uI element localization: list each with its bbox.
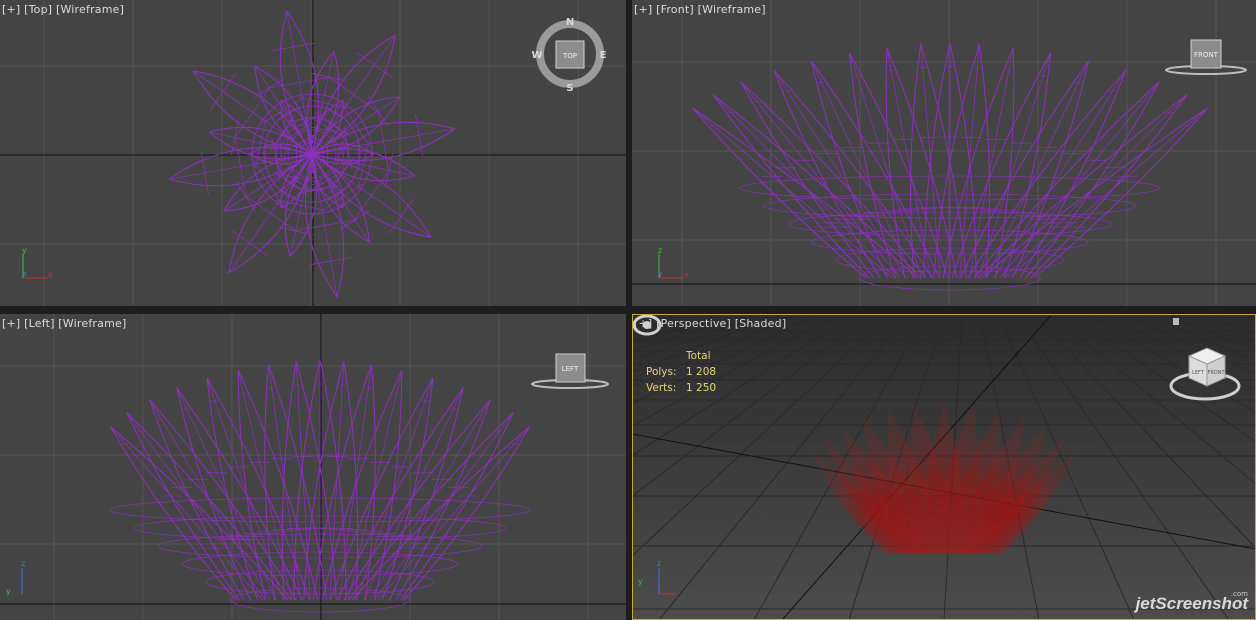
viewcube-top[interactable]: TOP N S E W xyxy=(531,17,606,94)
grid xyxy=(632,0,1256,306)
grid xyxy=(0,314,626,620)
top-canvas: TOP N S E W y x z xyxy=(0,0,626,306)
compass-n: N xyxy=(566,17,574,28)
verts-label: Verts: xyxy=(646,382,677,394)
axis-label-z: z xyxy=(657,559,661,568)
polys-value: 1 208 xyxy=(686,366,717,378)
viewport-front[interactable]: FRONT z x y [+] [Front] [Wireframe] xyxy=(632,0,1256,306)
viewcube-left[interactable]: LEFT xyxy=(531,353,609,389)
statistics-overlay: Total Polys: 1 208 Verts: 1 250 xyxy=(646,348,716,396)
compass-w: W xyxy=(531,50,542,61)
shading-menu[interactable]: [Wireframe] xyxy=(698,3,766,16)
viewport-top[interactable]: TOP N S E W y x z [+] [Top] [Wireframe] xyxy=(0,0,626,306)
axis-label-z: z xyxy=(21,559,25,568)
watermark-eye-icon xyxy=(632,314,662,336)
verts-value: 1 250 xyxy=(686,382,717,394)
view-mode-menu[interactable]: [Perspective] xyxy=(656,317,731,330)
wireframe-mesh-left xyxy=(109,359,531,613)
compass-s: S xyxy=(566,83,573,94)
axis-label-y: y xyxy=(658,270,662,278)
axis-label-x: x xyxy=(684,270,689,279)
axis-label-y: y xyxy=(22,246,27,255)
axis-label-y: y xyxy=(6,587,11,596)
viewcube-face-label: LEFT xyxy=(562,365,579,373)
stats-header: Total xyxy=(686,350,711,362)
viewport-label: [+] [Front] [Wireframe] xyxy=(634,3,766,16)
viewport-perspective[interactable]: LEFT FRONT z y [+] [Perspective] [Shaded… xyxy=(632,314,1256,620)
viewcube-face-label: FRONT xyxy=(1207,370,1225,376)
viewport-label: [+] [Top] [Wireframe] xyxy=(2,3,124,16)
front-canvas: FRONT z x y xyxy=(632,0,1256,306)
axis-tripod: y x z xyxy=(22,246,53,279)
viewcube-face-label: LEFT xyxy=(1192,370,1205,376)
axis-tripod: z x y xyxy=(658,246,689,279)
viewport-label: [+] [Left] [Wireframe] xyxy=(2,317,126,330)
home-icon[interactable] xyxy=(1173,318,1179,325)
view-mode-menu[interactable]: [Left] xyxy=(24,317,54,330)
watermark: jetScreenshot xyxy=(1135,594,1248,613)
viewcube-face-label: TOP xyxy=(562,52,577,60)
polys-label: Polys: xyxy=(646,366,677,378)
axis-label-z: z xyxy=(23,270,27,278)
shading-menu[interactable]: [Wireframe] xyxy=(58,317,126,330)
viewcube-face-label: FRONT xyxy=(1194,51,1219,59)
axis-label-y: y xyxy=(638,577,643,586)
viewport-menu[interactable]: [+] xyxy=(634,3,652,16)
left-canvas: LEFT z y xyxy=(0,314,626,620)
view-mode-menu[interactable]: [Front] xyxy=(656,3,694,16)
wireframe-mesh-front xyxy=(692,42,1208,291)
viewport-left[interactable]: LEFT z y [+] [Left] [Wireframe] xyxy=(0,314,626,620)
viewport-menu[interactable]: [+] xyxy=(2,317,20,330)
axis-label-z: z xyxy=(658,246,662,255)
compass-e: E xyxy=(600,50,607,61)
axis-label-x: x xyxy=(48,270,53,279)
shading-menu[interactable]: [Wireframe] xyxy=(56,3,124,16)
viewport-menu[interactable]: [+] xyxy=(2,3,20,16)
shading-menu[interactable]: [Shaded] xyxy=(735,317,787,330)
viewcube-front[interactable]: FRONT xyxy=(1165,39,1247,75)
perspective-canvas: LEFT FRONT z y xyxy=(632,314,1256,620)
wireframe-mesh-top xyxy=(168,10,456,298)
axis-tripod: z y xyxy=(6,559,25,596)
view-mode-menu[interactable]: [Top] xyxy=(24,3,52,16)
